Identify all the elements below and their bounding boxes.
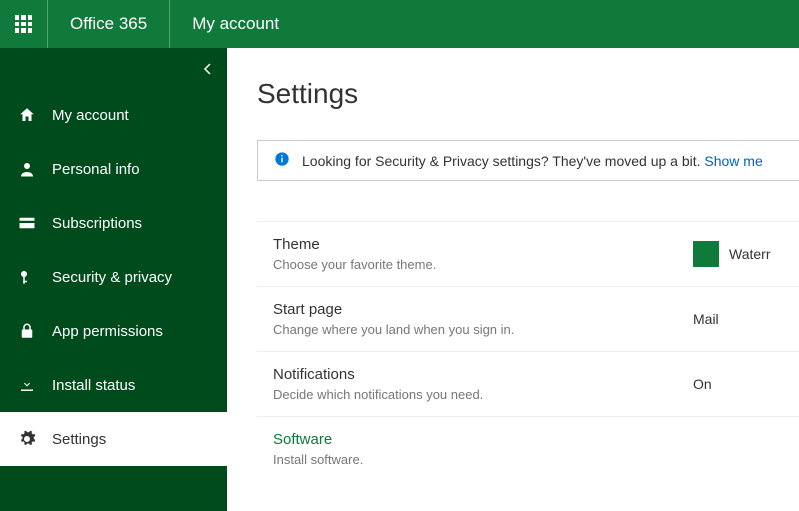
sidebar-item-subscriptions[interactable]: Subscriptions xyxy=(0,196,227,250)
setting-desc: Change where you land when you sign in. xyxy=(273,322,693,337)
setting-title: Notifications xyxy=(273,366,693,383)
sidebar-item-label: Settings xyxy=(52,431,106,448)
sidebar-item-label: Subscriptions xyxy=(52,215,142,232)
download-icon xyxy=(16,376,38,394)
sidebar-item-my-account[interactable]: My account xyxy=(0,88,227,142)
setting-value: On xyxy=(693,376,712,392)
sidebar-item-label: Security & privacy xyxy=(52,269,172,286)
show-me-link[interactable]: Show me xyxy=(704,153,762,169)
page-name-label: My account xyxy=(170,14,301,34)
info-icon xyxy=(274,151,290,170)
setting-title: Theme xyxy=(273,236,693,253)
info-text: Looking for Security & Privacy settings?… xyxy=(302,153,763,169)
app-launcher-button[interactable] xyxy=(0,0,48,48)
gear-icon xyxy=(16,430,38,448)
lock-icon xyxy=(16,322,38,340)
info-bar: Looking for Security & Privacy settings?… xyxy=(257,140,799,181)
collapse-sidebar-button[interactable] xyxy=(203,62,213,80)
sidebar-item-label: App permissions xyxy=(52,323,163,340)
setting-desc: Choose your favorite theme. xyxy=(273,257,693,272)
setting-value: Waterr xyxy=(693,241,770,267)
sidebar-item-settings[interactable]: Settings xyxy=(0,412,227,466)
settings-row-theme[interactable]: Theme Choose your favorite theme. Waterr xyxy=(257,222,799,287)
waffle-icon xyxy=(15,15,33,33)
sidebar-item-security-privacy[interactable]: Security & privacy xyxy=(0,250,227,304)
key-icon xyxy=(16,268,38,286)
sidebar-item-install-status[interactable]: Install status xyxy=(0,358,227,412)
setting-value: Mail xyxy=(693,311,719,327)
sidebar-item-label: My account xyxy=(52,107,129,124)
setting-desc: Decide which notifications you need. xyxy=(273,387,693,402)
theme-swatch xyxy=(693,241,719,267)
setting-title: Start page xyxy=(273,301,693,318)
brand-label[interactable]: Office 365 xyxy=(48,0,170,48)
settings-row-software[interactable]: Software Install software. xyxy=(257,417,799,481)
main-content: Settings Looking for Security & Privacy … xyxy=(227,48,799,511)
card-icon xyxy=(16,214,38,232)
setting-title: Software xyxy=(273,431,693,448)
person-icon xyxy=(16,160,38,178)
header: Office 365 My account xyxy=(0,0,799,48)
setting-desc: Install software. xyxy=(273,452,693,467)
settings-row-notifications[interactable]: Notifications Decide which notifications… xyxy=(257,352,799,417)
sidebar: My account Personal info Subscriptions S… xyxy=(0,48,227,511)
sidebar-item-app-permissions[interactable]: App permissions xyxy=(0,304,227,358)
home-icon xyxy=(16,106,38,124)
page-title: Settings xyxy=(257,78,799,110)
sidebar-item-label: Install status xyxy=(52,377,135,394)
settings-list: Theme Choose your favorite theme. Waterr… xyxy=(257,221,799,481)
sidebar-item-label: Personal info xyxy=(52,161,140,178)
settings-row-start-page[interactable]: Start page Change where you land when yo… xyxy=(257,287,799,352)
sidebar-item-personal-info[interactable]: Personal info xyxy=(0,142,227,196)
